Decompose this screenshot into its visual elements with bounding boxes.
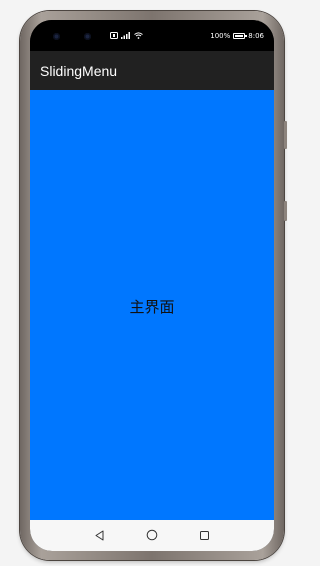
back-triangle-icon [95,530,103,540]
recents-square-icon [199,530,209,540]
phone-frame: 100% 8:06 SlidingMenu 主界面 [20,11,287,560]
back-button[interactable] [92,528,106,542]
main-label: 主界面 [129,297,175,316]
front-camera-icon [84,33,91,40]
app-title: SlidingMenu [40,62,118,79]
recents-button[interactable] [197,528,211,542]
volume-button [284,121,287,149]
navigation-bar [30,520,274,551]
nfc-icon [110,32,118,39]
battery-icon [233,33,248,39]
action-bar: SlidingMenu [30,51,274,90]
status-bar: 100% 8:06 [30,20,274,51]
signal-icon [121,32,130,39]
screen: 100% 8:06 SlidingMenu 主界面 [30,20,274,551]
status-time: 8:06 [248,32,264,40]
home-button[interactable] [145,528,159,542]
status-right: 100% 8:06 [210,32,264,40]
battery-level [235,35,244,37]
front-camera-icon [53,33,60,40]
status-icons [110,32,143,39]
home-circle-icon [146,529,158,541]
main-content[interactable]: 主界面 [30,90,274,520]
battery-percent: 100% [210,32,231,40]
power-button [284,201,287,221]
wifi-icon [134,32,143,39]
